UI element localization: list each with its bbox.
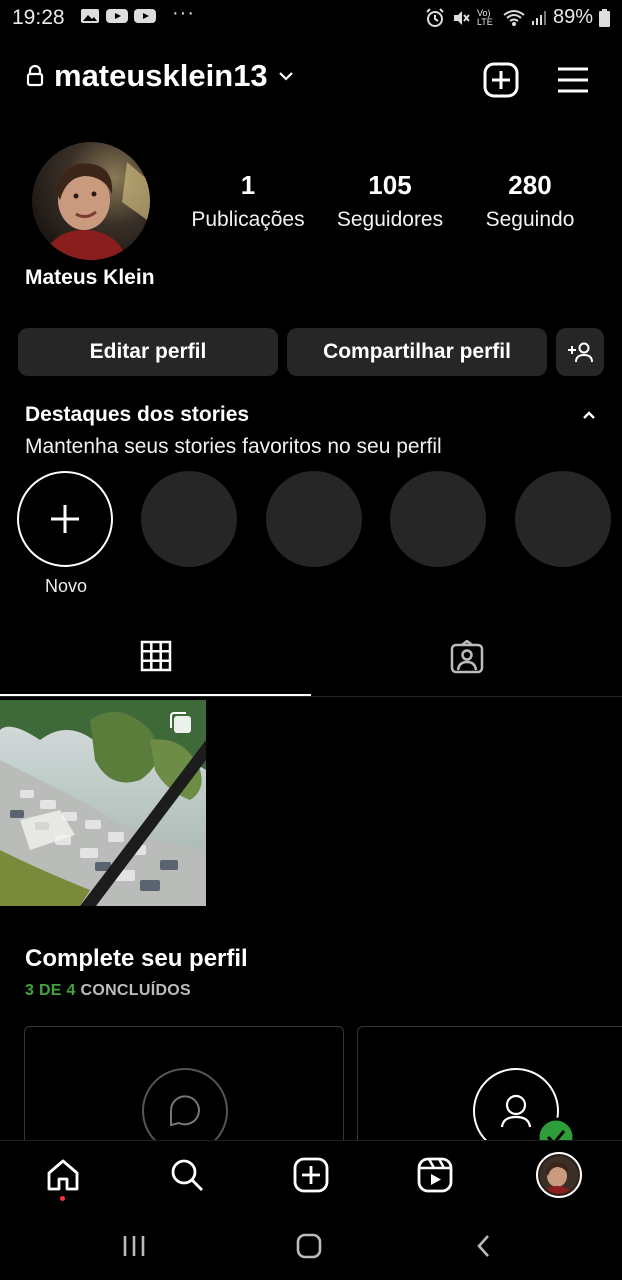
collapse-highlights-button[interactable] xyxy=(578,404,600,426)
stat-following-label: Seguindo xyxy=(485,208,575,231)
complete-profile-title: Complete seu perfil xyxy=(25,945,248,972)
nav-create[interactable] xyxy=(288,1152,334,1198)
edit-profile-button[interactable]: Editar perfil xyxy=(18,328,278,376)
stat-posts-label: Publicações xyxy=(191,208,305,231)
multiple-photos-icon xyxy=(170,712,191,733)
highlight-placeholder xyxy=(515,471,611,567)
highlight-placeholder xyxy=(390,471,486,567)
gallery-icon xyxy=(81,9,99,23)
profile-avatar-large[interactable] xyxy=(32,142,150,260)
post-thumbnail[interactable] xyxy=(0,700,206,906)
stat-following-value: 280 xyxy=(508,170,552,200)
add-post-button[interactable] xyxy=(481,60,521,100)
complete-profile-progress: 3 DE 4 CONCLUÍDOS xyxy=(25,982,191,1000)
create-icon xyxy=(293,1157,329,1193)
discover-people-button[interactable] xyxy=(556,328,604,376)
battery-icon xyxy=(599,8,610,27)
menu-icon xyxy=(558,67,588,93)
highlights-title: Destaques dos stories xyxy=(25,403,250,426)
back-icon xyxy=(477,1235,489,1257)
stat-followers-value: 105 xyxy=(368,170,412,200)
nav-reels[interactable] xyxy=(412,1152,458,1198)
wifi-icon xyxy=(503,9,525,26)
youtube-icon xyxy=(106,9,128,23)
nav-profile[interactable] xyxy=(536,1152,582,1198)
stat-posts[interactable]: 1 Publicações xyxy=(185,168,311,238)
tab-grid[interactable] xyxy=(0,640,311,696)
notification-dot xyxy=(60,1196,65,1201)
stat-followers-label: Seguidores xyxy=(336,208,444,231)
active-tab-indicator xyxy=(0,694,311,696)
highlights-subtitle: Mantenha seus stories favoritos no seu p… xyxy=(25,435,442,458)
lock-icon xyxy=(26,65,44,87)
home-icon xyxy=(47,1159,79,1191)
youtube-icon-2 xyxy=(134,9,156,23)
add-person-icon xyxy=(568,342,593,363)
chevron-up-icon xyxy=(583,411,595,419)
tagged-icon xyxy=(450,640,483,674)
home-button-icon xyxy=(296,1233,322,1259)
back-button[interactable] xyxy=(464,1228,504,1264)
new-highlight-label: Novo xyxy=(44,576,88,596)
stat-following[interactable]: 280 Seguindo xyxy=(474,168,586,238)
menu-button[interactable] xyxy=(553,60,593,100)
tabs-divider xyxy=(0,696,622,697)
progress-count: 3 DE 4 xyxy=(25,982,76,999)
profile-name: Mateus Klein xyxy=(25,266,155,289)
status-time: 19:28 xyxy=(12,6,65,29)
plus-icon xyxy=(51,505,79,533)
tab-tagged[interactable] xyxy=(311,640,622,696)
highlight-placeholder xyxy=(266,471,362,567)
profile-avatar xyxy=(536,1152,582,1198)
mute-icon xyxy=(453,10,470,25)
search-icon xyxy=(171,1159,203,1191)
notification-icons xyxy=(80,8,156,24)
progress-suffix: CONCLUÍDOS xyxy=(80,982,192,999)
chevron-down-icon xyxy=(278,72,293,81)
nav-search[interactable] xyxy=(164,1152,210,1198)
recents-icon xyxy=(123,1236,145,1256)
alarm-icon xyxy=(426,7,444,27)
add-post-icon xyxy=(483,62,519,98)
nav-home[interactable] xyxy=(40,1152,86,1198)
grid-icon xyxy=(140,640,171,672)
account-switcher[interactable]: mateusklein13 xyxy=(26,58,294,94)
username: mateusklein13 xyxy=(54,58,268,93)
more-notifications: ··· xyxy=(172,2,195,24)
volte-label: Vo) LTE xyxy=(476,7,493,27)
home-button[interactable] xyxy=(289,1228,329,1264)
stat-followers[interactable]: 105 Seguidores xyxy=(328,168,452,238)
battery-percent: 89% xyxy=(552,6,593,28)
highlight-placeholder xyxy=(141,471,237,567)
recents-button[interactable] xyxy=(114,1228,154,1264)
signal-icon xyxy=(531,10,546,25)
share-profile-button[interactable]: Compartilhar perfil xyxy=(287,328,547,376)
profile-photo xyxy=(32,142,150,260)
new-highlight-button[interactable] xyxy=(17,471,113,567)
status-right: Vo) LTE 89% xyxy=(425,6,610,29)
reels-icon xyxy=(417,1157,453,1193)
stat-posts-value: 1 xyxy=(240,170,256,200)
